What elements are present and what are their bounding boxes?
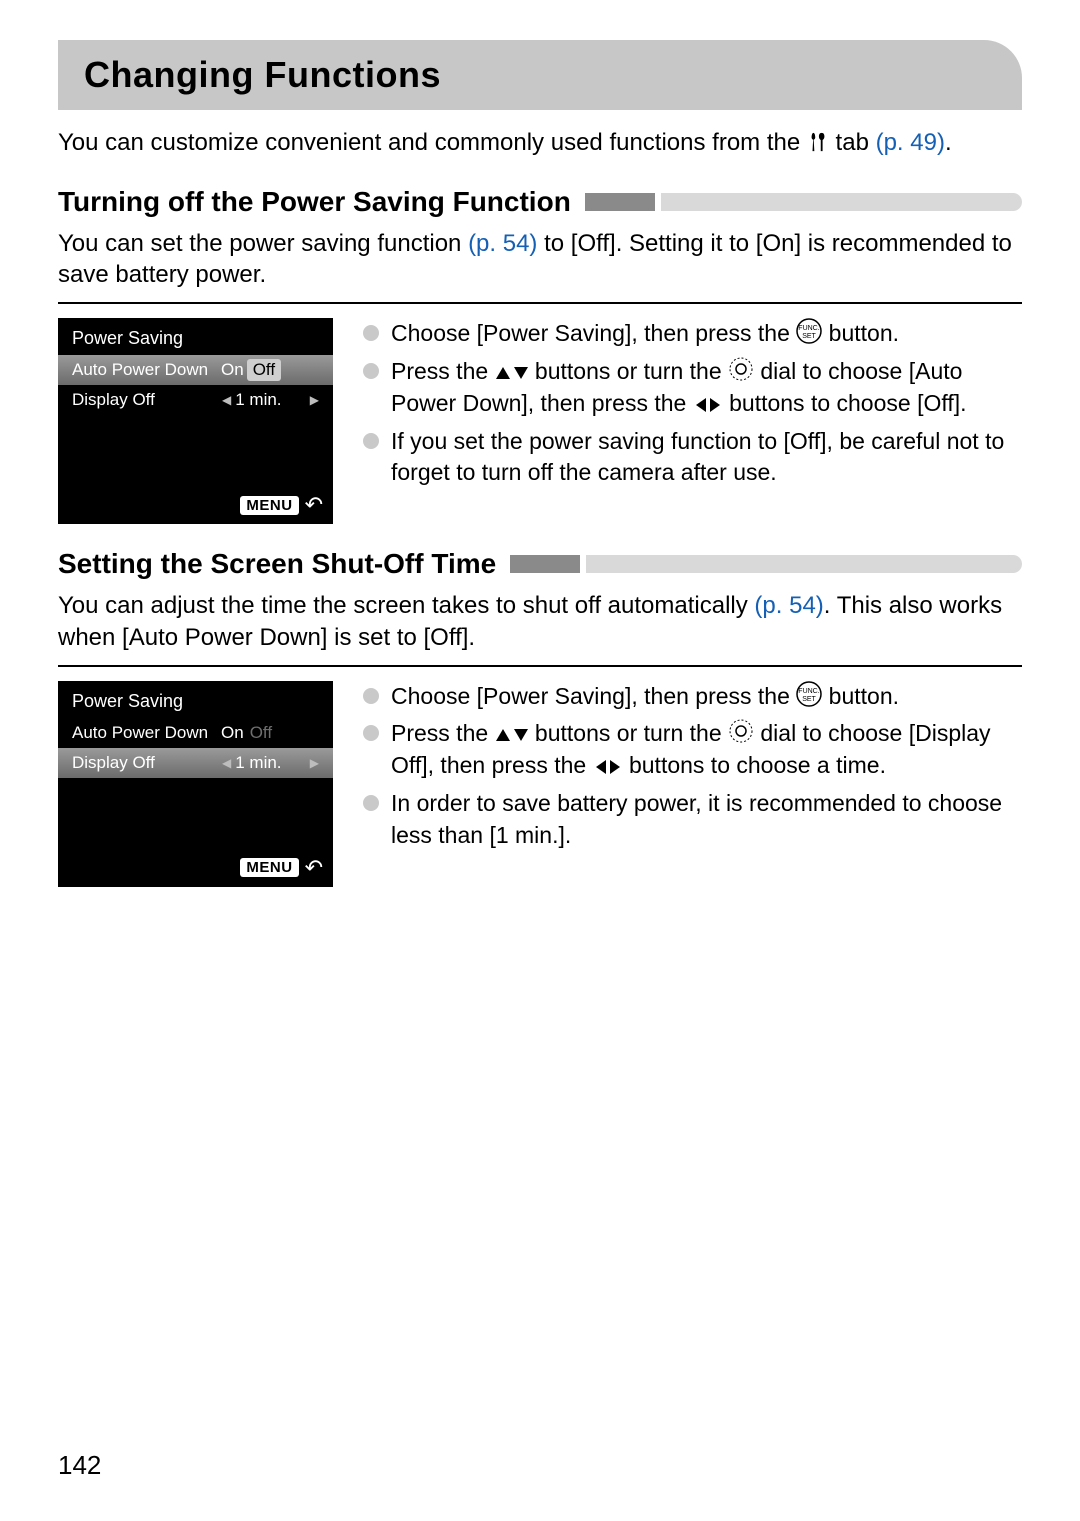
section-heading-shutoff: Setting the Screen Shut-Off Time: [58, 548, 1022, 580]
menu-label: MENU: [240, 858, 298, 877]
lcd2-menu-badge: MENU ↶: [240, 857, 323, 879]
section-heading-power-saving: Turning off the Power Saving Function: [58, 186, 1022, 218]
intro-text: You can customize convenient and commonl…: [58, 129, 807, 156]
lcd2-row-autopower: Auto Power Down On Off: [58, 718, 333, 748]
page-number: 142: [58, 1450, 101, 1481]
heading-bar: [585, 193, 1022, 211]
up-down-icon: [495, 364, 529, 382]
section1-row: Power Saving Auto Power Down On Off Disp…: [58, 318, 1022, 524]
lcd1-autopower-label: Auto Power Down: [72, 360, 218, 380]
lcd1-row-displayoff: Display Off ◀ 1 min. ▶: [58, 385, 333, 415]
page-ref-54b[interactable]: (p. 54): [754, 592, 823, 619]
section2-text: You can adjust the time the screen takes…: [58, 590, 1022, 652]
lcd2-row-displayoff: Display Off ◀ 1 min. ▶: [58, 748, 333, 778]
return-icon: ↶: [305, 857, 323, 879]
right-triangle-icon: ▶: [306, 393, 323, 407]
intro-text-tab: tab: [836, 129, 876, 156]
intro-end: .: [945, 129, 952, 156]
func-set-icon: FUNC.SET: [796, 681, 822, 707]
lcd1-menu-badge: MENU ↶: [240, 494, 323, 516]
s2-text-pre: You can adjust the time the screen takes…: [58, 592, 754, 619]
lcd2-opt-off: Off: [247, 723, 275, 743]
svg-text:SET: SET: [802, 696, 816, 703]
intro-paragraph: You can customize convenient and commonl…: [58, 128, 1022, 158]
svg-text:FUNC.: FUNC.: [799, 688, 820, 695]
lcd1-row-autopower: Auto Power Down On Off: [58, 355, 333, 385]
lcd1-opt-on: On: [218, 360, 247, 380]
left-triangle-icon: ◀: [218, 393, 235, 407]
section2-row: Power Saving Auto Power Down On Off Disp…: [58, 681, 1022, 887]
s2-bullet-1: Choose [Power Saving], then press the FU…: [361, 681, 1022, 713]
section1-text: You can set the power saving function (p…: [58, 228, 1022, 290]
dial-icon: [728, 718, 754, 744]
menu-label: MENU: [240, 496, 298, 515]
page-ref-49[interactable]: (p. 49): [876, 129, 945, 156]
page-title-banner: Changing Functions: [58, 40, 1022, 110]
right-triangle-icon: ▶: [306, 756, 323, 770]
lcd1-display-value: 1 min.: [235, 390, 281, 410]
dial-icon: [728, 356, 754, 382]
lcd1-display-label: Display Off: [72, 390, 218, 410]
lcd2-title: Power Saving: [58, 681, 333, 718]
left-right-icon: [693, 396, 723, 414]
lcd2-opt-on: On: [218, 723, 247, 743]
s2-bullet-3: In order to save battery power, it is re…: [361, 788, 1022, 851]
page-ref-54a[interactable]: (p. 54): [468, 230, 537, 257]
lcd2-autopower-label: Auto Power Down: [72, 723, 218, 743]
func-set-icon: FUNC.SET: [796, 318, 822, 344]
separator: [58, 665, 1022, 667]
svg-text:FUNC.: FUNC.: [799, 325, 820, 332]
s1-bullet-2: Press the buttons or turn the dial to ch…: [361, 356, 1022, 419]
lcd1-title: Power Saving: [58, 318, 333, 355]
s2-bullet-2: Press the buttons or turn the dial to ch…: [361, 718, 1022, 781]
section2-bullets: Choose [Power Saving], then press the FU…: [361, 681, 1022, 887]
lcd2-display-label: Display Off: [72, 753, 218, 773]
left-triangle-icon: ◀: [218, 756, 235, 770]
svg-text:SET: SET: [802, 333, 816, 340]
return-icon: ↶: [305, 494, 323, 516]
up-down-icon: [495, 726, 529, 744]
s1-bullet-3: If you set the power saving function to …: [361, 426, 1022, 489]
section1-bullets: Choose [Power Saving], then press the FU…: [361, 318, 1022, 524]
tools-tab-icon: [807, 131, 829, 153]
section-title: Turning off the Power Saving Function: [58, 186, 571, 218]
s1-text-pre: You can set the power saving function: [58, 230, 468, 257]
left-right-icon: [593, 758, 623, 776]
s1-bullet-1: Choose [Power Saving], then press the FU…: [361, 318, 1022, 350]
heading-bar: [510, 555, 1022, 573]
lcd2-display-value: 1 min.: [235, 753, 281, 773]
lcd-screenshot-2: Power Saving Auto Power Down On Off Disp…: [58, 681, 333, 887]
lcd-screenshot-1: Power Saving Auto Power Down On Off Disp…: [58, 318, 333, 524]
section2-title: Setting the Screen Shut-Off Time: [58, 548, 496, 580]
page-title: Changing Functions: [84, 54, 996, 96]
separator: [58, 302, 1022, 304]
lcd1-opt-off: Off: [247, 359, 281, 381]
